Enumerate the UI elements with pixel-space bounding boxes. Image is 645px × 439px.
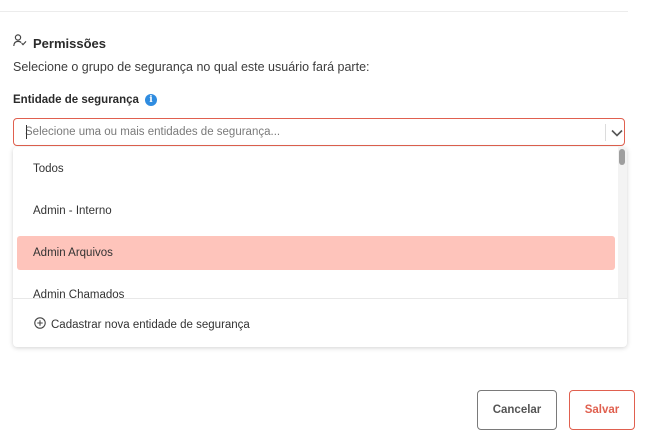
option-admin-arquivos[interactable]: Admin Arquivos: [17, 236, 615, 270]
option-todos[interactable]: Todos: [17, 152, 615, 186]
top-divider: [0, 11, 628, 12]
dropdown-menu: Todos Admin - Interno Admin Arquivos Adm…: [13, 147, 627, 347]
option-admin-interno[interactable]: Admin - Interno: [17, 194, 615, 228]
scrollbar-thumb[interactable]: [619, 149, 625, 165]
save-button[interactable]: Salvar: [569, 390, 635, 430]
security-entity-input[interactable]: [25, 119, 585, 145]
info-icon[interactable]: i: [144, 94, 157, 106]
plus-circle-icon: [34, 317, 46, 332]
options-list: Todos Admin - Interno Admin Arquivos Adm…: [13, 147, 619, 298]
add-link-label: Cadastrar nova entidade de segurança: [51, 318, 250, 331]
section-title: Permissões: [33, 35, 106, 51]
security-entity-select[interactable]: [13, 118, 625, 146]
cancel-button[interactable]: Cancelar: [477, 390, 557, 430]
text-caret: [26, 125, 27, 139]
section-header: Permissões: [13, 34, 106, 52]
add-security-entity-link[interactable]: Cadastrar nova entidade de segurança: [34, 317, 250, 332]
option-label: Admin Chamados: [33, 289, 125, 298]
option-label: Admin - Interno: [33, 205, 112, 217]
option-label: Todos: [33, 163, 64, 175]
option-label: Admin Arquivos: [33, 247, 113, 259]
chevron-down-icon[interactable]: [610, 126, 624, 140]
user-check-icon: [13, 34, 27, 52]
select-separator: [605, 124, 606, 141]
scrollbar-track[interactable]: [618, 147, 627, 298]
dropdown-divider: [13, 298, 627, 299]
option-admin-chamados[interactable]: Admin Chamados: [17, 278, 615, 298]
field-label-text: Entidade de segurança: [13, 94, 139, 106]
section-subtitle: Selecione o grupo de segurança no qual e…: [13, 60, 370, 74]
field-label: Entidade de segurança i: [13, 94, 157, 106]
